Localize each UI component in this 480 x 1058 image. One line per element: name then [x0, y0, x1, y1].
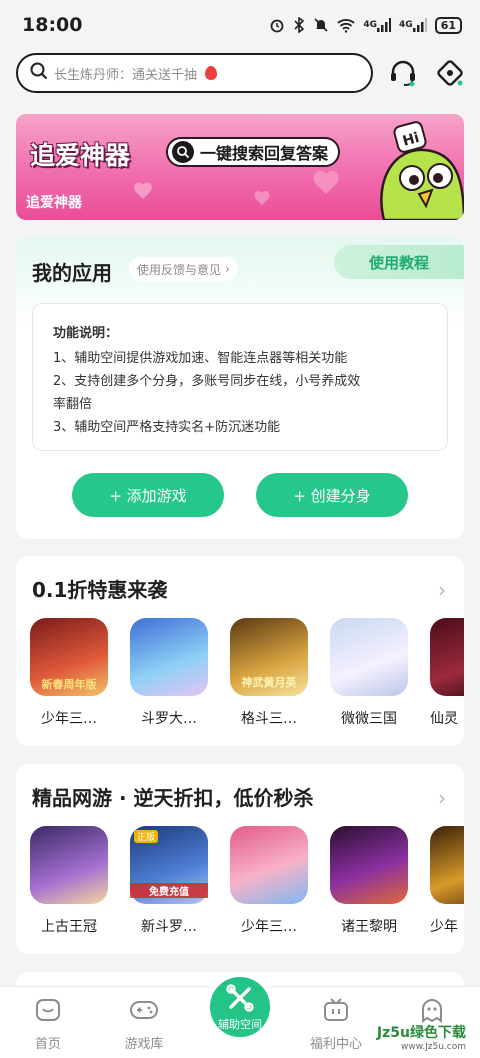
info-heading: 功能说明： [53, 326, 119, 341]
game-name: 微微三国 [341, 711, 397, 727]
section-title: 精品网游 · 逆天折扣，低价秒杀 [32, 786, 314, 810]
nav-label: 福利中心 [309, 1037, 362, 1052]
flame-icon [205, 66, 218, 80]
add-game-button[interactable]: + 添加游戏 [72, 473, 224, 517]
gamepad-icon [129, 997, 159, 1027]
chevron-right-icon: › [225, 262, 230, 276]
banner-subtitle: 追爱神器 [26, 195, 82, 211]
game-list: 上古王冠 正版 免费充值 新斗罗… 少年三… 诸王黎明 少年 [30, 826, 464, 936]
battery-indicator: 61 [434, 16, 462, 34]
game-icon [330, 618, 408, 696]
game-name: 新斗罗… [141, 919, 197, 935]
info-line: 1、辅助空间提供游戏加速、智能连点器等相关功能 [53, 351, 348, 366]
game-item[interactable]: 神武黄月英 格斗三… [230, 618, 308, 728]
game-name: 斗罗大… [141, 711, 197, 727]
game-icon [330, 826, 408, 904]
mute-icon [313, 17, 329, 33]
banner-pill-text: 一键搜索回复答案 [200, 144, 329, 163]
bottom-nav: 首页 游戏库 辅助空间 福利中心 我的 Jz5u绿色下载 www.Jz5u.co… [0, 973, 480, 1058]
game-list: 新春周年版 少年三… 斗罗大… 神武黄月英 格斗三… 微微三国 仙灵 [30, 618, 464, 728]
game-name: 诸王黎明 [341, 919, 397, 935]
section-title: 0.1折特惠来袭 [32, 578, 168, 602]
search-placeholder: 长生炼丹师：通关送千抽 [54, 67, 198, 83]
game-name: 格斗三… [241, 711, 297, 727]
signal-1-icon: 4G [363, 18, 392, 32]
feedback-link[interactable]: 使用反馈与意见 › [129, 257, 238, 281]
ghost-icon [418, 997, 446, 1027]
game-icon: 新春周年版 [30, 618, 108, 696]
nav-welfare-center[interactable]: 福利中心 [296, 997, 376, 1052]
game-art-label: 新春周年版 [41, 678, 97, 691]
info-line: 2、支持创建多个分身，多账号同步在线，小号养成效 [53, 374, 361, 389]
alarm-icon [269, 17, 285, 33]
status-bar: 18:00 4G 4G 61 [0, 0, 480, 50]
banner-search-icon [172, 141, 194, 163]
search-row: 长生炼丹师：通关送千抽 [16, 52, 468, 94]
nav-home[interactable]: 首页 [8, 997, 88, 1052]
game-icon: 神武黄月英 [230, 618, 308, 696]
tv-icon [322, 997, 350, 1027]
my-apps-card: 我的应用 使用反馈与意见 › 使用教程 功能说明： 1、辅助空间提供游戏加速、智… [16, 237, 464, 539]
game-name: 上古王冠 [41, 919, 97, 935]
feedback-label: 使用反馈与意见 [137, 262, 222, 277]
game-item[interactable]: 斗罗大… [130, 618, 208, 728]
create-clone-button[interactable]: + 创建分身 [256, 473, 408, 517]
game-icon [30, 826, 108, 904]
bluetooth-icon [293, 17, 305, 33]
download-manager-icon[interactable] [432, 55, 468, 91]
game-item[interactable]: 少年 [430, 826, 464, 936]
banner-title: 追爱神器 [30, 141, 131, 170]
game-name: 少年 [430, 919, 458, 935]
my-apps-title: 我的应用 [32, 261, 112, 285]
chevron-right-icon[interactable]: › [438, 578, 446, 602]
game-item[interactable]: 诸王黎明 [330, 826, 408, 936]
tutorial-button[interactable]: 使用教程 [334, 245, 464, 279]
watermark-main: Jz5u绿色下载 [376, 1025, 466, 1041]
nav-label: 首页 [34, 1037, 61, 1052]
wifi-icon [337, 17, 355, 33]
game-name: 少年三… [41, 711, 97, 727]
customer-service-icon[interactable] [385, 55, 421, 91]
official-tag: 正版 [134, 830, 159, 843]
nav-label: 游戏库 [124, 1037, 164, 1052]
section-premium-online: 精品网游 · 逆天折扣，低价秒杀 › 上古王冠 正版 免费充值 新斗罗… 少年三… [16, 764, 464, 954]
nav-label: 辅助空间 [218, 1017, 262, 1031]
info-line: 3、辅助空间严格支持实名+防沉迷功能 [53, 420, 281, 435]
game-art-label: 免费充值 [130, 883, 208, 898]
nav-game-library[interactable]: 游戏库 [104, 997, 184, 1052]
promo-banner[interactable]: 追爱神器 一键搜索回复答案 追爱神器 Hi [16, 114, 464, 220]
watermark: Jz5u绿色下载 www.Jz5u.com [372, 1024, 470, 1052]
game-art-label: 神武黄月英 [241, 676, 297, 689]
game-item[interactable]: 仙灵 [430, 618, 464, 728]
section-discount: 0.1折特惠来袭 › 新春周年版 少年三… 斗罗大… 神武黄月英 格斗三… 微微… [16, 556, 464, 746]
game-name: 少年三… [241, 919, 297, 935]
game-name: 仙灵 [430, 711, 458, 727]
game-icon [130, 618, 208, 696]
game-item[interactable]: 新春周年版 少年三… [30, 618, 108, 728]
search-icon [30, 62, 48, 84]
game-icon [430, 618, 464, 696]
signal-2-icon: 4G [399, 18, 427, 32]
chevron-right-icon[interactable]: › [438, 786, 446, 810]
game-item[interactable]: 正版 免费充值 新斗罗… [130, 826, 208, 936]
status-time: 18:00 [22, 14, 83, 36]
tools-icon [225, 983, 255, 1016]
parrot-mascot-icon: Hi [364, 120, 464, 220]
watermark-sub: www.Jz5u.com [400, 1042, 466, 1052]
game-icon: 正版 免费充值 [130, 826, 208, 904]
home-icon [34, 997, 62, 1027]
nav-assist-space[interactable]: 辅助空间 [206, 973, 274, 1041]
game-item[interactable]: 少年三… [230, 826, 308, 936]
game-item[interactable]: 上古王冠 [30, 826, 108, 936]
feature-info-box: 功能说明： 1、辅助空间提供游戏加速、智能连点器等相关功能 2、支持创建多个分身… [32, 303, 448, 451]
status-icons: 4G 4G 61 [269, 16, 462, 34]
game-icon [230, 826, 308, 904]
game-icon [430, 826, 464, 904]
search-input[interactable]: 长生炼丹师：通关送千抽 [16, 53, 373, 93]
banner-search-pill: 一键搜索回复答案 [166, 137, 341, 167]
game-item[interactable]: 微微三国 [330, 618, 408, 728]
info-line: 率翻倍 [53, 397, 93, 412]
